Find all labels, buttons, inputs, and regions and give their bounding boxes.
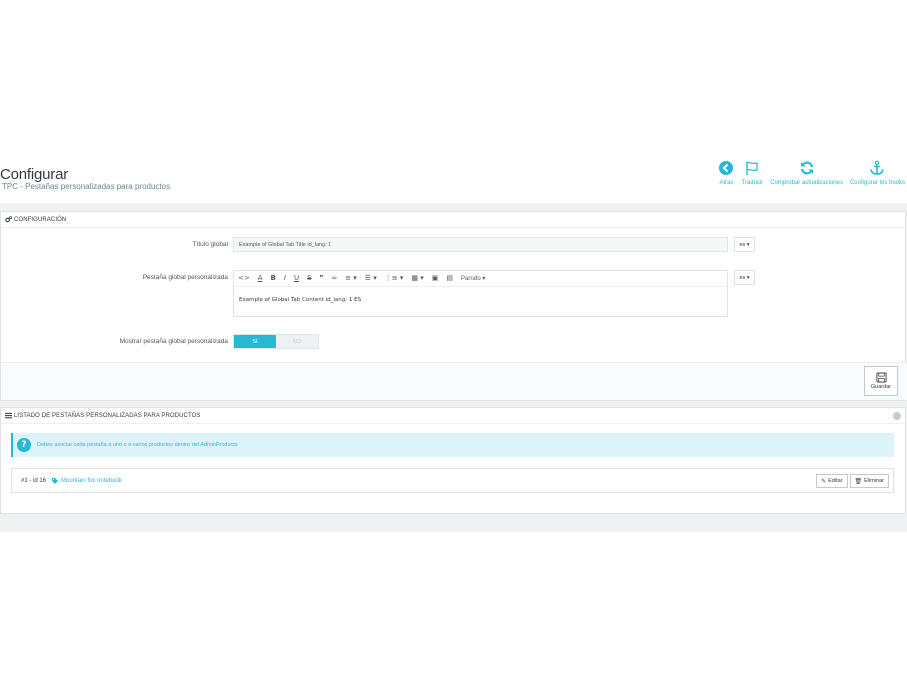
flag-icon — [746, 161, 758, 175]
row-actions: ✎ Editar 🗑 Eliminar — [814, 474, 889, 488]
table-icon[interactable]: ▦ ▾ — [411, 275, 423, 282]
page-toolbar: Atras Traducir Comprobar actualizaciones… — [713, 160, 907, 186]
source-code-icon[interactable]: <> — [238, 275, 250, 282]
rich-text-editor[interactable]: <> A B I U S ❞ ∞ ≡ ▾ ☰ ▾ ⋮≡ ▾ ▦ ▾ ▣ ▤ Pa… — [233, 270, 728, 317]
page-title: Configurar — [0, 166, 69, 183]
configuration-footer: Guardar — [1, 362, 907, 400]
edit-button-label: Editar — [828, 478, 843, 484]
numbered-list-icon[interactable]: ⋮≡ ▾ — [385, 275, 404, 282]
check-updates-button[interactable]: Comprobar actualizaciones — [768, 160, 845, 186]
tabs-list-panel: LISTADO DE PESTAÑAS PERSONALIZADAS PARA … — [0, 407, 906, 514]
delete-button[interactable]: 🗑 Eliminar — [849, 474, 889, 488]
configuration-panel: CONFIGURACIÓN Título global Example of G… — [0, 211, 907, 401]
cogs-icon — [5, 216, 12, 223]
page-subtitle: TPC - Pestañas personalizadas para produ… — [2, 182, 171, 191]
save-icon — [875, 372, 887, 383]
back-icon — [719, 161, 734, 175]
global-title-lang-button[interactable]: es ▾ — [734, 237, 755, 252]
back-button[interactable]: Atras — [716, 160, 736, 186]
edit-button[interactable]: ✎ Editar — [816, 474, 848, 488]
back-button-label: Atras — [719, 180, 734, 186]
blockquote-icon[interactable]: ❞ — [320, 275, 324, 282]
show-tab-label: Mostrar pestaña global personalizada — [119, 338, 228, 345]
switch-no[interactable]: NO — [276, 335, 318, 348]
tabs-list-heading-text: LISTADO DE PESTAÑAS PERSONALIZADAS PARA … — [14, 412, 201, 419]
link-icon[interactable]: ∞ — [331, 275, 337, 282]
configure-hooks-button[interactable]: Configurar los hooks — [848, 160, 907, 186]
global-title-label: Título global — [192, 241, 228, 248]
media-icon[interactable]: ▤ — [446, 275, 453, 282]
edit-icon: ✎ — [821, 477, 827, 485]
editor-content[interactable]: Example of Global Tab Content id_lang: 1… — [234, 287, 727, 313]
custom-tab-lang-button[interactable]: es ▾ — [734, 270, 755, 285]
check-updates-label: Comprobar actualizaciones — [770, 180, 843, 186]
list-icon — [5, 412, 12, 419]
anchor-icon — [870, 160, 885, 175]
underline-icon[interactable]: U — [294, 275, 299, 282]
product-link[interactable]: Mountain fox notebook — [61, 478, 122, 484]
align-icon[interactable]: ≡ ▾ — [345, 275, 357, 282]
trash-icon: 🗑 — [854, 477, 863, 485]
question-icon: ? — [17, 438, 31, 452]
text-color-icon[interactable]: A — [258, 275, 263, 282]
bold-icon[interactable]: B — [271, 275, 276, 282]
italic-icon[interactable]: I — [284, 275, 286, 282]
editor-toolbar: <> A B I U S ❞ ∞ ≡ ▾ ☰ ▾ ⋮≡ ▾ ▦ ▾ ▣ ▤ Pa… — [234, 271, 727, 287]
tag-icon — [52, 477, 59, 484]
delete-button-label: Eliminar — [864, 478, 884, 484]
save-button-label: Guardar — [870, 384, 892, 390]
page-header: Configurar TPC - Pestañas personalizadas… — [0, 150, 907, 198]
configuration-heading: CONFIGURACIÓN — [1, 212, 905, 228]
translate-button-label: Traducir — [741, 180, 764, 186]
lang-label: es — [739, 241, 746, 248]
info-alert-text: Debes asociar cada pestaña a uno o a var… — [37, 442, 238, 448]
info-alert: ? Debes asociar cada pestaña a uno o a v… — [11, 433, 894, 457]
show-tab-switch[interactable]: SÍ NO — [233, 334, 319, 349]
table-row: #1 - id 16 Mountain fox notebook ✎ Editar… — [11, 468, 894, 493]
configuration-heading-text: CONFIGURACIÓN — [14, 216, 67, 223]
tabs-list-heading: LISTADO DE PESTAÑAS PERSONALIZADAS PARA … — [1, 408, 905, 424]
image-icon[interactable]: ▣ — [432, 275, 439, 282]
custom-tab-label: Pestaña global personalizada — [142, 274, 228, 281]
refresh-icon — [800, 161, 813, 175]
save-button[interactable]: Guardar — [864, 366, 898, 396]
translate-button[interactable]: Traducir — [739, 160, 765, 186]
switch-yes[interactable]: SÍ — [234, 335, 276, 348]
bullet-list-icon[interactable]: ☰ ▾ — [365, 275, 377, 282]
collapse-icon[interactable] — [893, 412, 901, 420]
row-id: #1 - id 16 — [21, 477, 47, 484]
configure-hooks-label: Configurar los hooks — [849, 180, 905, 186]
lang-label: es — [739, 274, 746, 281]
strikethrough-icon[interactable]: S — [307, 275, 311, 282]
format-select-value: Parrafo — [461, 276, 481, 282]
format-select[interactable]: Parrafo ▾ — [461, 275, 485, 282]
global-title-input[interactable]: Example of Global Tab Title id_lang: 1 — [233, 237, 728, 252]
